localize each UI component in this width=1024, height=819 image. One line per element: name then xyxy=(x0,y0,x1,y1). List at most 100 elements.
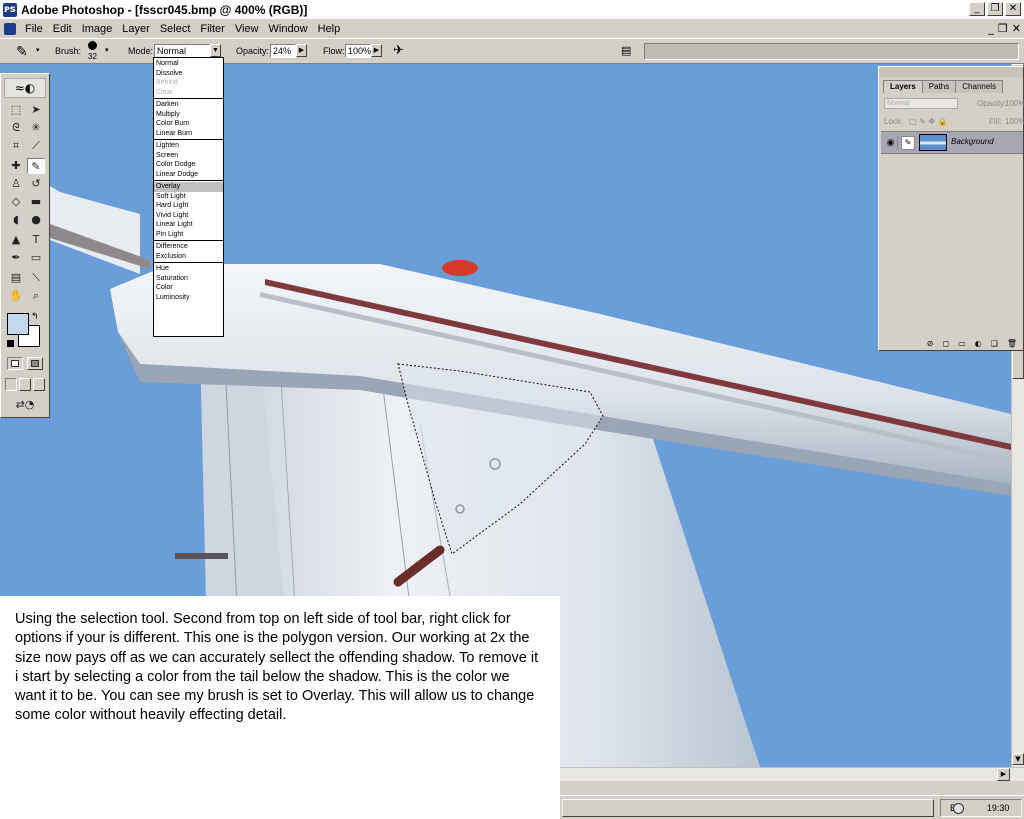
visibility-eye-icon[interactable]: ◉ xyxy=(884,136,898,150)
mode-select[interactable]: Normal xyxy=(154,44,210,58)
brush-picker-arrow-icon[interactable]: ▾ xyxy=(105,46,109,54)
eyedropper-tool-icon[interactable]: ⟍ xyxy=(27,270,45,286)
doc-restore-button[interactable]: ❐ xyxy=(998,22,1008,35)
layer-mask-icon[interactable]: ◻ xyxy=(942,339,949,348)
blend-mode-option[interactable]: Overlay xyxy=(154,182,223,192)
doc-minimize-button[interactable]: _ xyxy=(988,22,994,35)
quick-mask-mode-button[interactable] xyxy=(27,357,43,370)
taskbar-photoshop-button[interactable] xyxy=(562,799,934,817)
dodge-tool-icon[interactable]: ● xyxy=(27,212,45,228)
menu-window[interactable]: Window xyxy=(264,23,313,35)
blend-mode-option[interactable]: Hard Light xyxy=(154,201,223,211)
menu-edit[interactable]: Edit xyxy=(48,23,77,35)
doc-close-button[interactable]: ✕ xyxy=(1012,22,1021,35)
full-screen-mode-button[interactable] xyxy=(33,378,45,391)
tool-preset-arrow-icon[interactable]: ▾ xyxy=(36,46,40,54)
layer-opacity-value[interactable]: 100% xyxy=(1005,99,1024,108)
menu-file[interactable]: File xyxy=(20,23,48,35)
airbrush-icon[interactable]: ✈ xyxy=(393,43,404,58)
menu-view[interactable]: View xyxy=(230,23,264,35)
lasso-tool-icon[interactable]: ᘓ xyxy=(7,120,25,136)
menu-help[interactable]: Help xyxy=(313,23,346,35)
blur-tool-icon[interactable]: ◖ xyxy=(7,212,25,228)
blend-mode-option[interactable]: Color Burn xyxy=(154,119,223,129)
blend-mode-option[interactable]: Darken xyxy=(154,100,223,110)
foreground-color-swatch[interactable] xyxy=(7,313,29,335)
flow-slider-arrow-icon[interactable]: ▶ xyxy=(371,44,382,57)
brush-tool-icon-active[interactable]: ✎ xyxy=(27,158,45,174)
menu-filter[interactable]: Filter xyxy=(195,23,229,35)
blend-mode-option[interactable]: Normal xyxy=(154,59,223,69)
blend-mode-option[interactable]: Exclusion xyxy=(154,252,223,262)
volume-icon[interactable] xyxy=(952,802,964,814)
file-browser-icon[interactable]: ▤ xyxy=(621,44,631,57)
type-tool-icon[interactable]: T xyxy=(27,232,45,248)
blend-mode-option[interactable]: Vivid Light xyxy=(154,211,223,221)
palette-well[interactable] xyxy=(644,43,1019,60)
brush-tool-icon[interactable]: ✎ xyxy=(16,44,28,60)
blend-mode-option[interactable]: Linear Dodge xyxy=(154,170,223,180)
document-icon[interactable] xyxy=(4,23,16,35)
minimize-button[interactable]: _ xyxy=(969,2,985,16)
blend-mode-option[interactable]: Color Dodge xyxy=(154,160,223,170)
opacity-input[interactable]: 24% xyxy=(270,44,296,58)
clone-stamp-tool-icon[interactable]: ♙ xyxy=(7,176,25,192)
tab-layers[interactable]: Layers xyxy=(883,80,923,93)
scroll-down-arrow-icon[interactable]: ▼ xyxy=(1012,753,1024,765)
blend-mode-option[interactable]: Lighten xyxy=(154,141,223,151)
jump-to-imageready-icon[interactable]: ⇄◔ xyxy=(6,397,44,413)
vertical-scroll-thumb[interactable] xyxy=(1012,349,1024,379)
new-layer-icon[interactable]: ❑ xyxy=(991,339,998,348)
gradient-tool-icon[interactable]: ▬ xyxy=(27,194,45,210)
tab-paths[interactable]: Paths xyxy=(921,80,957,93)
blend-mode-option[interactable]: Difference xyxy=(154,242,223,252)
blend-mode-option[interactable]: Color xyxy=(154,283,223,293)
adobe-online-icon[interactable]: ≈◐ xyxy=(4,78,46,98)
blend-mode-option[interactable]: Hue xyxy=(154,264,223,274)
shape-tool-icon[interactable]: ▭ xyxy=(27,250,45,266)
path-selection-tool-icon[interactable]: ▲ xyxy=(7,232,25,248)
notes-tool-icon[interactable]: ▤ xyxy=(7,270,25,286)
layer-row-background[interactable]: ◉ ✎ Background xyxy=(881,132,1023,154)
history-brush-tool-icon[interactable]: ↺ xyxy=(27,176,45,192)
pen-tool-icon[interactable]: ✒ xyxy=(7,250,25,266)
blend-mode-option[interactable]: Saturation xyxy=(154,274,223,284)
default-colors-icon[interactable] xyxy=(7,340,14,347)
fill-value[interactable]: 100% xyxy=(1005,117,1024,126)
scroll-right-arrow-icon[interactable]: ▶ xyxy=(997,768,1010,781)
mode-dropdown-arrow-icon[interactable]: ▼ xyxy=(210,44,221,57)
restore-button[interactable]: ❐ xyxy=(987,2,1003,16)
blend-mode-option[interactable]: Linear Light xyxy=(154,220,223,230)
blend-mode-dropdown-list[interactable]: Normal Dissolve Behind Clear Darken Multiply C… xyxy=(153,57,224,337)
palette-title-bar[interactable] xyxy=(879,67,1023,77)
layer-blend-select[interactable]: Normal xyxy=(884,98,958,109)
blend-mode-option[interactable]: Screen xyxy=(154,151,223,161)
marquee-tool-icon[interactable]: ⬚ xyxy=(7,102,25,118)
standard-mode-button[interactable] xyxy=(7,357,23,370)
blend-mode-option[interactable]: Multiply xyxy=(154,110,223,120)
zoom-tool-icon[interactable]: ⌕ xyxy=(27,288,45,304)
blend-mode-option[interactable]: Pin Light xyxy=(154,230,223,240)
hand-tool-icon[interactable]: ✋ xyxy=(7,288,25,304)
menu-image[interactable]: Image xyxy=(77,23,118,35)
eraser-tool-icon[interactable]: ◇ xyxy=(7,194,25,210)
healing-brush-tool-icon[interactable]: ✚ xyxy=(7,158,25,174)
full-screen-menu-mode-button[interactable] xyxy=(19,378,31,391)
swap-colors-icon[interactable]: ↰ xyxy=(31,312,39,322)
flow-input[interactable]: 100% xyxy=(345,44,371,58)
layer-set-icon[interactable]: ▭ xyxy=(958,339,966,348)
lock-icons[interactable]: ▢ ✎ ✥ 🔒 xyxy=(909,117,948,126)
menu-select[interactable]: Select xyxy=(155,23,196,35)
tab-channels[interactable]: Channels xyxy=(955,80,1004,93)
slice-tool-icon[interactable]: ⟋ xyxy=(27,138,45,154)
layer-style-icon[interactable]: ⊘ xyxy=(927,339,934,348)
brush-preview-icon[interactable] xyxy=(88,41,97,50)
blend-mode-option[interactable]: Linear Burn xyxy=(154,129,223,139)
opacity-slider-arrow-icon[interactable]: ▶ xyxy=(296,44,307,57)
crop-tool-icon[interactable]: ⌗ xyxy=(7,138,25,154)
horizontal-scrollbar[interactable]: ▶ xyxy=(560,767,1024,781)
blend-mode-option[interactable]: Dissolve xyxy=(154,69,223,79)
move-tool-icon[interactable]: ➤ xyxy=(27,102,45,118)
adjustment-layer-icon[interactable]: ◐ xyxy=(975,339,982,348)
magic-wand-tool-icon[interactable]: ✳ xyxy=(27,120,45,136)
